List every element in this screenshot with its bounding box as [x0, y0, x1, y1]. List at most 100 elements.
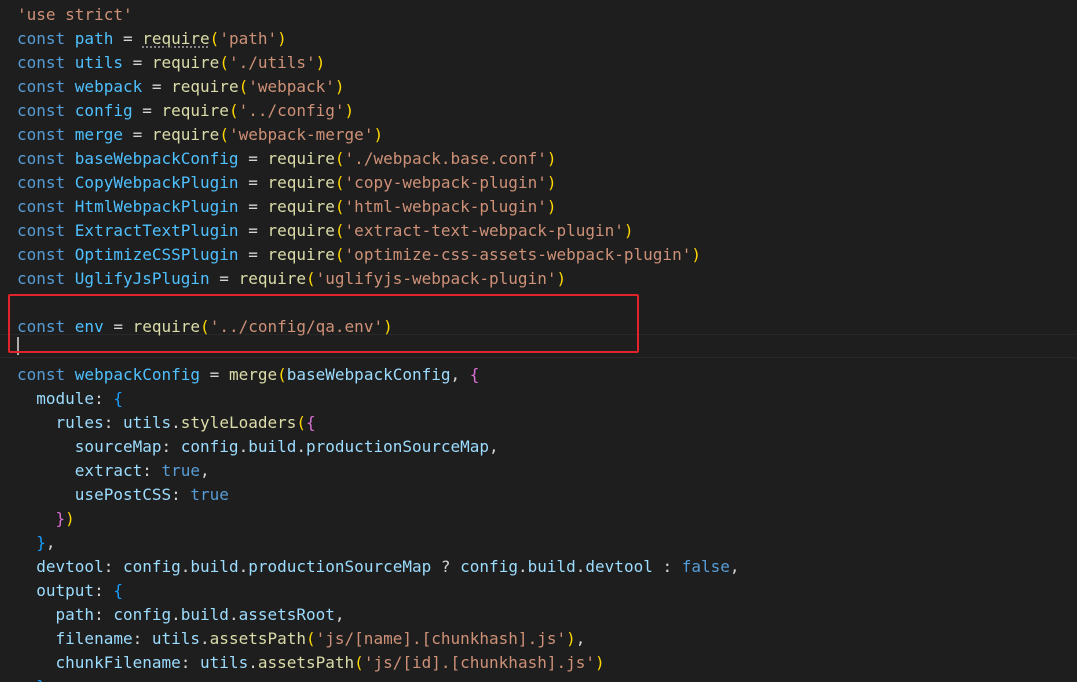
- code-token: ,: [45, 533, 56, 552]
- code-token: :: [94, 581, 114, 600]
- code-token: .: [180, 557, 191, 576]
- code-line[interactable]: const webpackConfig = merge(baseWebpackC…: [17, 363, 740, 387]
- code-token: utils: [74, 53, 123, 72]
- code-line[interactable]: const OptimizeCSSPlugin = require('optim…: [17, 243, 740, 267]
- code-line[interactable]: const merge = require('webpack-merge'): [17, 123, 740, 147]
- code-token: 'uglifyjs-webpack-plugin': [315, 269, 557, 288]
- code-line[interactable]: const CopyWebpackPlugin = require('copy-…: [17, 171, 740, 195]
- code-line[interactable]: output: {: [17, 579, 740, 603]
- code-token: 'html-webpack-plugin': [344, 197, 547, 216]
- code-token: require: [267, 173, 335, 192]
- code-line[interactable]: const UglifyJsPlugin = require('uglifyjs…: [17, 267, 740, 291]
- code-line[interactable]: const ExtractTextPlugin = require('extra…: [17, 219, 740, 243]
- code-token: =: [122, 125, 152, 144]
- code-token: .: [296, 437, 307, 456]
- code-token: require: [151, 125, 220, 144]
- code-line[interactable]: usePostCSS: true: [17, 483, 740, 507]
- code-token: const: [17, 29, 75, 48]
- code-token: (: [277, 365, 287, 384]
- code-token: CopyWebpackPlugin: [74, 173, 239, 192]
- code-token: './utils': [228, 53, 316, 72]
- code-editor[interactable]: 'use strict' const path = require('path')…: [0, 0, 1077, 682]
- code-token: OptimizeCSSPlugin: [74, 245, 239, 264]
- code-token: extract: [74, 461, 143, 480]
- code-line[interactable]: const baseWebpackConfig = require('./web…: [17, 147, 740, 171]
- code-token: require: [171, 77, 239, 96]
- code-token: const: [17, 197, 75, 216]
- code-line[interactable]: },: [17, 675, 740, 682]
- code-line[interactable]: const HtmlWebpackPlugin = require('html-…: [17, 195, 740, 219]
- code-token: 'js/[name].[chunkhash].js': [315, 629, 567, 648]
- code-line[interactable]: chunkFilename: utils.assetsPath('js/[id]…: [17, 651, 740, 675]
- code-token: {: [306, 413, 316, 432]
- code-token: output: [36, 581, 95, 600]
- code-line[interactable]: 'use strict': [17, 3, 740, 27]
- code-token: 'use strict': [17, 5, 133, 24]
- code-line[interactable]: sourceMap: config.build.productionSource…: [17, 435, 740, 459]
- code-token: true: [161, 461, 201, 480]
- code-token: config: [74, 101, 133, 120]
- code-token: {: [113, 389, 123, 408]
- code-token: sourceMap: [74, 437, 162, 456]
- code-token: .: [575, 557, 586, 576]
- code-token: ): [595, 653, 605, 672]
- code-token: ): [546, 149, 557, 168]
- code-token: }: [36, 533, 46, 552]
- code-token: {: [113, 581, 123, 600]
- code-line[interactable]: const webpack = require('webpack'): [17, 75, 740, 99]
- code-token: .: [517, 557, 528, 576]
- code-token: 'js/[id].[chunkhash].js': [363, 653, 595, 672]
- code-token: =: [238, 173, 268, 192]
- code-token: (: [238, 77, 249, 96]
- code-token: utils: [151, 629, 201, 648]
- code-token: (: [334, 245, 345, 264]
- code-token: build: [180, 605, 229, 624]
- code-token: 'extract-text-webpack-plugin': [344, 221, 624, 240]
- code-token: ): [373, 125, 384, 144]
- code-token: filename: [55, 629, 133, 648]
- code-token: ,: [729, 557, 740, 576]
- code-line[interactable]: extract: true,: [17, 459, 740, 483]
- code-line[interactable]: devtool: config.build.productionSourceMa…: [17, 555, 740, 579]
- code-token: (: [296, 413, 307, 432]
- code-token: assetsPath: [257, 653, 355, 672]
- code-line[interactable]: filename: utils.assetsPath('js/[name].[c…: [17, 627, 740, 651]
- code-token: ,: [334, 605, 345, 624]
- code-token: merge: [228, 365, 278, 384]
- code-token: =: [209, 269, 239, 288]
- code-token: require: [142, 29, 210, 48]
- code-line[interactable]: path: config.build.assetsRoot,: [17, 603, 740, 627]
- code-token: ExtractTextPlugin: [74, 221, 239, 240]
- code-token: utils: [200, 653, 249, 672]
- code-line[interactable]: }): [17, 507, 740, 531]
- code-token: .: [171, 413, 181, 432]
- code-token: 'webpack': [248, 77, 335, 96]
- code-token: .: [248, 653, 258, 672]
- code-line[interactable]: },: [17, 531, 740, 555]
- code-token: =: [122, 53, 152, 72]
- code-line[interactable]: const config = require('../config'): [17, 99, 740, 123]
- code-token: config: [460, 557, 518, 576]
- code-token: build: [527, 557, 576, 576]
- code-line[interactable]: const utils = require('./utils'): [17, 51, 740, 75]
- code-token: (: [209, 29, 220, 48]
- code-token: 'optimize-css-assets-webpack-plugin': [344, 245, 692, 264]
- code-token: ,: [575, 629, 586, 648]
- code-line[interactable]: const path = require('path'): [17, 27, 740, 51]
- code-token: devtool: [585, 557, 653, 576]
- code-token: (: [219, 53, 229, 72]
- code-line[interactable]: module: {: [17, 387, 740, 411]
- code-token: ): [556, 269, 567, 288]
- code-token: 'webpack-merge': [228, 125, 374, 144]
- code-line[interactable]: rules: utils.styleLoaders({: [17, 411, 740, 435]
- code-token: ): [65, 509, 75, 528]
- code-token: ,: [200, 461, 210, 480]
- code-token: chunkFilename: [55, 653, 181, 672]
